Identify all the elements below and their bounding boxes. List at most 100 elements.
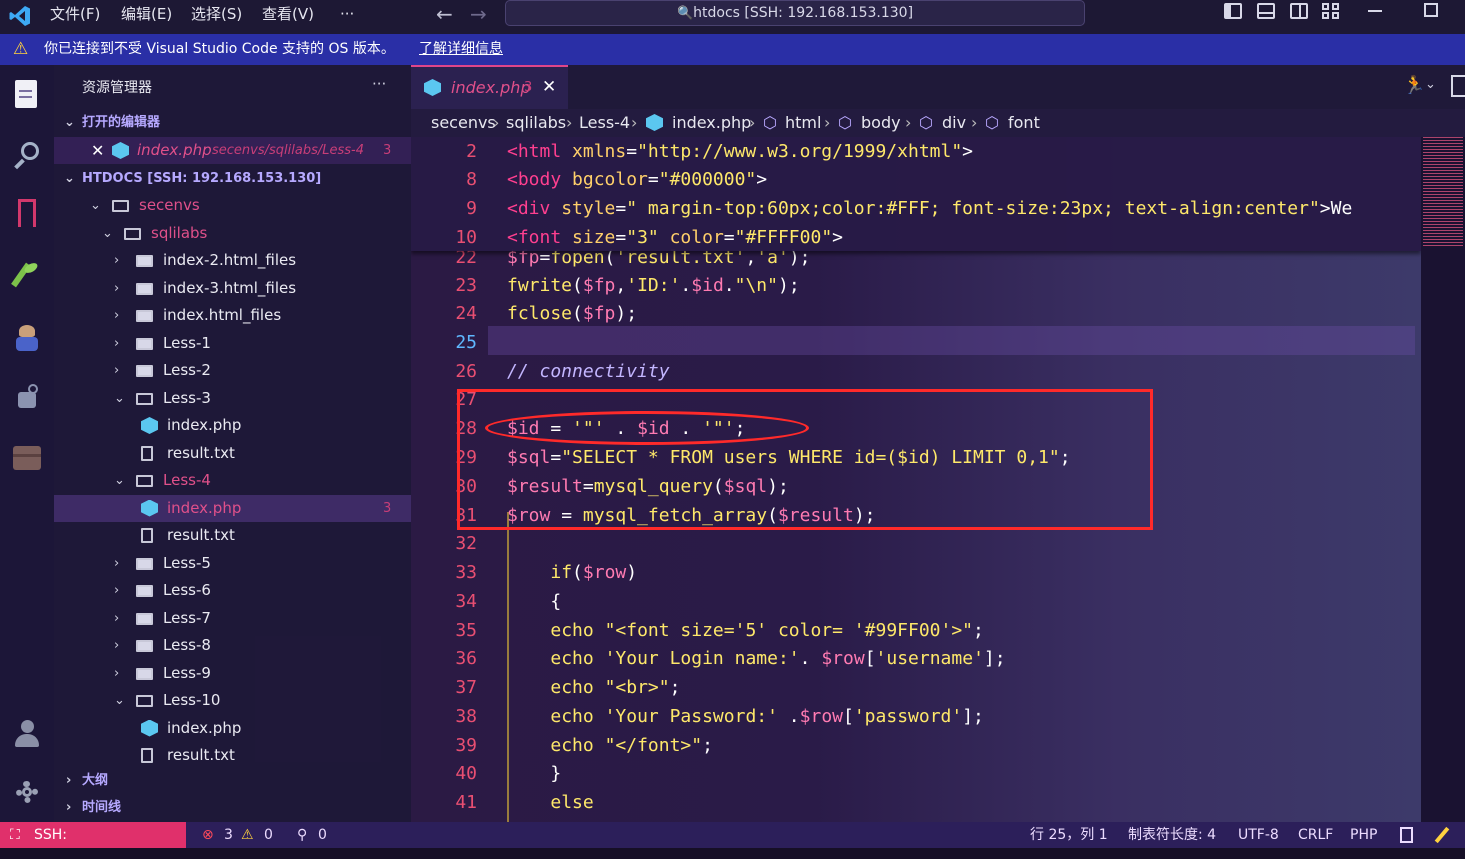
search-icon[interactable] <box>10 138 44 172</box>
split-editor-icon[interactable] <box>1451 75 1465 97</box>
breadcrumb-secenvs[interactable]: secenvs <box>431 109 496 137</box>
line-number: 39 <box>455 735 477 756</box>
error-count[interactable]: 3 <box>224 822 233 848</box>
folder-icon <box>136 640 153 652</box>
folder-icon <box>136 310 153 322</box>
tree-item[interactable]: › Less-6 <box>54 577 411 604</box>
learn-more-link[interactable]: 了解详细信息 <box>419 34 503 65</box>
feedback-icon[interactable] <box>1434 826 1450 844</box>
tree-item[interactable]: › Less-7 <box>54 605 411 632</box>
maximize-icon[interactable] <box>1424 3 1438 17</box>
tree-item[interactable]: ⌄ secenvs <box>54 192 411 219</box>
workspace-root[interactable]: ⌄ HTDOCS [SSH: 192.168.153.130] <box>54 165 411 192</box>
run-icon[interactable]: 🏃 <box>1403 75 1425 96</box>
tree-item[interactable]: › Less-9 <box>54 660 411 687</box>
tree-item[interactable]: › Less-8 <box>54 632 411 659</box>
editor-tabs: index.php 3 ✕ 🏃 ⌄ <box>411 65 1465 109</box>
chevron-down-icon[interactable]: ⌄ <box>1425 77 1436 92</box>
line-number: 38 <box>455 706 477 727</box>
source-control-icon[interactable] <box>10 258 44 292</box>
close-icon[interactable]: ✕ <box>91 137 104 164</box>
code-editor[interactable]: 22 23 24 25 26 27 28 29 30 31 32 33 34 3… <box>411 137 1421 822</box>
element-icon: ⬡ <box>985 113 999 132</box>
line-number: 9 <box>466 198 477 219</box>
cursor-position[interactable]: 行 25，列 1 <box>1030 822 1108 848</box>
remote-explorer-icon[interactable] <box>10 380 44 414</box>
run-debug-icon[interactable] <box>10 321 44 355</box>
remote-indicator[interactable]: ⛶ SSH: 192.168.153.130 <box>0 822 186 859</box>
tree-item[interactable]: ⌄ Less-10 <box>54 687 411 714</box>
tree-item[interactable]: › index-3.html_files <box>54 275 411 302</box>
outline-section[interactable]: › 大纲 <box>54 767 411 794</box>
breadcrumb-div[interactable]: div <box>942 109 966 137</box>
tree-item[interactable]: › Less-2 <box>54 357 411 384</box>
menu-view[interactable]: 查看(V) <box>262 0 314 34</box>
open-editor-item[interactable]: ✕ index.php secenvs/sqlilabs/Less-4 3 <box>54 137 411 164</box>
toggle-panel-icon[interactable] <box>1257 3 1275 19</box>
folder-icon <box>136 667 153 680</box>
chevron-down-icon: ⌄ <box>102 225 113 241</box>
line-number: 2 <box>466 141 477 162</box>
tree-item[interactable]: ⌄ sqlilabs <box>54 220 411 247</box>
tree-item[interactable]: ⌄ Less-3 <box>54 385 411 412</box>
breadcrumb-sqlilabs[interactable]: sqlilabs <box>506 109 566 137</box>
code-line: else <box>550 792 594 813</box>
minimize-icon[interactable] <box>1368 10 1382 12</box>
timeline-label: 时间线 <box>82 800 122 815</box>
timeline-section[interactable]: › 时间线 <box>54 794 411 821</box>
forward-arrow-icon[interactable]: → <box>470 2 487 26</box>
explorer-icon[interactable] <box>10 78 44 112</box>
tab-size[interactable]: 制表符长度: 4 <box>1128 822 1216 848</box>
tree-item[interactable]: result.txt <box>54 522 411 549</box>
menu-file[interactable]: 文件(F) <box>50 0 100 34</box>
back-arrow-icon[interactable]: ← <box>436 2 453 26</box>
tree-item[interactable]: › Less-5 <box>54 550 411 577</box>
tree-item[interactable]: › index.html_files <box>54 302 411 329</box>
tree-item[interactable]: result.txt <box>54 440 411 467</box>
chevron-right-icon: › <box>114 335 120 351</box>
close-icon[interactable]: ✕ <box>542 77 556 97</box>
breadcrumb-html[interactable]: html <box>785 109 821 137</box>
minimap[interactable] <box>1421 137 1465 822</box>
tree-item[interactable]: › Less-1 <box>54 330 411 357</box>
tree-item-label: Less-2 <box>163 361 211 379</box>
accounts-icon[interactable] <box>10 717 44 751</box>
bookmark-icon[interactable] <box>10 197 44 231</box>
chevron-right-icon: › <box>566 113 573 132</box>
menu-edit[interactable]: 编辑(E) <box>121 0 172 34</box>
ports-count[interactable]: 0 <box>318 822 327 848</box>
breadcrumb-less4[interactable]: Less-4 <box>579 109 630 137</box>
text-file-icon <box>141 748 153 763</box>
breadcrumb-body[interactable]: body <box>861 109 901 137</box>
tree-item[interactable]: index.php <box>54 715 411 742</box>
chevron-right-icon: › <box>114 583 120 598</box>
notifications-icon[interactable] <box>1400 827 1413 843</box>
tree-item-label: result.txt <box>167 746 235 764</box>
language-mode[interactable]: PHP <box>1350 822 1377 848</box>
gear-icon[interactable] <box>10 775 44 809</box>
chevron-down-icon: ⌄ <box>114 693 125 708</box>
menu-selection[interactable]: 选择(S) <box>191 0 242 34</box>
tree-item-label: index.php <box>167 498 242 517</box>
more-actions-icon[interactable]: ··· <box>372 75 386 93</box>
tab-index-php[interactable]: index.php 3 ✕ <box>411 65 568 109</box>
open-editors-section[interactable]: ⌄ 打开的编辑器 <box>54 109 411 136</box>
eol[interactable]: CRLF <box>1298 822 1333 848</box>
line-number: 24 <box>455 303 477 324</box>
menu-more[interactable]: ··· <box>340 0 354 34</box>
tree-item[interactable]: › index-2.html_files <box>54 247 411 274</box>
customize-layout-icon[interactable] <box>1322 3 1340 19</box>
tree-item[interactable]: result.txt <box>54 742 411 769</box>
tree-item[interactable]: index.php <box>54 412 411 439</box>
encoding[interactable]: UTF-8 <box>1238 822 1279 848</box>
warning-count[interactable]: 0 <box>264 822 273 848</box>
command-center[interactable]: 🔍htdocs [SSH: 192.168.153.130] <box>505 0 1085 26</box>
tree-item[interactable]: ⌄ Less-4 <box>54 467 411 494</box>
extensions-icon[interactable] <box>10 440 44 474</box>
tree-item[interactable]: index.php 3 <box>54 494 411 522</box>
chevron-right-icon: › <box>66 773 72 788</box>
toggle-secondary-sidebar-icon[interactable] <box>1290 3 1308 19</box>
breadcrumb-font[interactable]: font <box>1008 109 1040 137</box>
breadcrumb-file[interactable]: index.php <box>672 109 751 137</box>
toggle-primary-sidebar-icon[interactable] <box>1224 3 1242 19</box>
